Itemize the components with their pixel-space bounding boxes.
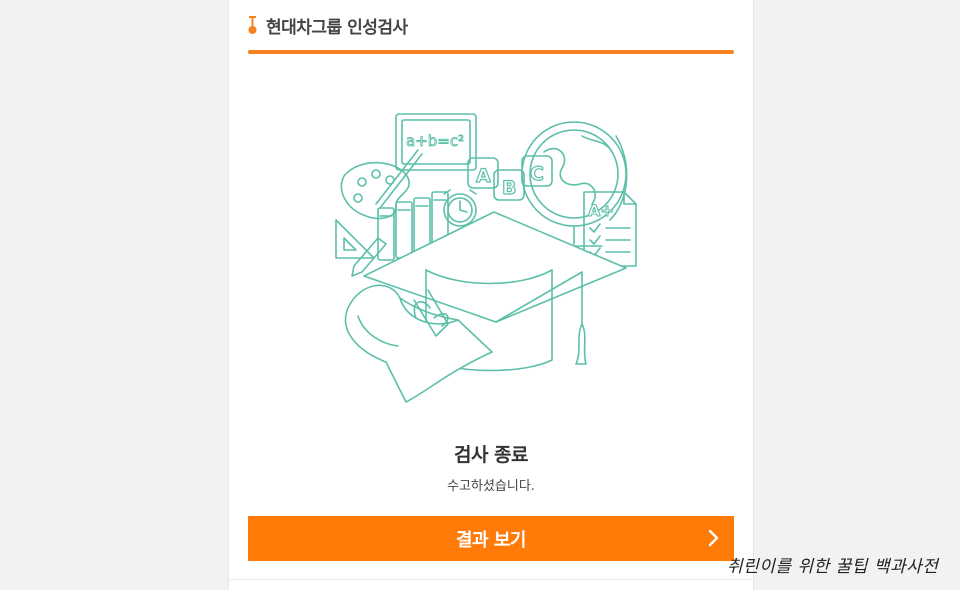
graduation-illustration: a+b=c² A B C A+ — [335, 113, 637, 403]
blog-watermark: 취린이를 위한 꿀팁 백과사전 — [727, 557, 939, 577]
block-letter-b: B — [502, 177, 516, 199]
page-title: 현대차그룹 인성검사 — [266, 17, 408, 38]
grade-text: A+ — [588, 201, 614, 220]
chevron-right-icon — [708, 529, 719, 547]
exam-finished-message: 수고하셨습니다. — [447, 479, 535, 494]
exam-finished-title: 검사 종료 — [453, 444, 529, 466]
view-results-label: 결과 보기 — [455, 529, 527, 551]
equation-text: a+b=c² — [406, 132, 464, 150]
header-divider — [248, 50, 734, 54]
page-header: 현대차그룹 인성검사 — [248, 12, 408, 38]
card-bottom-divider — [228, 579, 754, 580]
pin-icon — [248, 16, 257, 34]
block-letter-c: C — [530, 163, 544, 185]
view-results-button[interactable]: 결과 보기 — [248, 516, 734, 561]
block-letter-a: A — [476, 165, 491, 187]
